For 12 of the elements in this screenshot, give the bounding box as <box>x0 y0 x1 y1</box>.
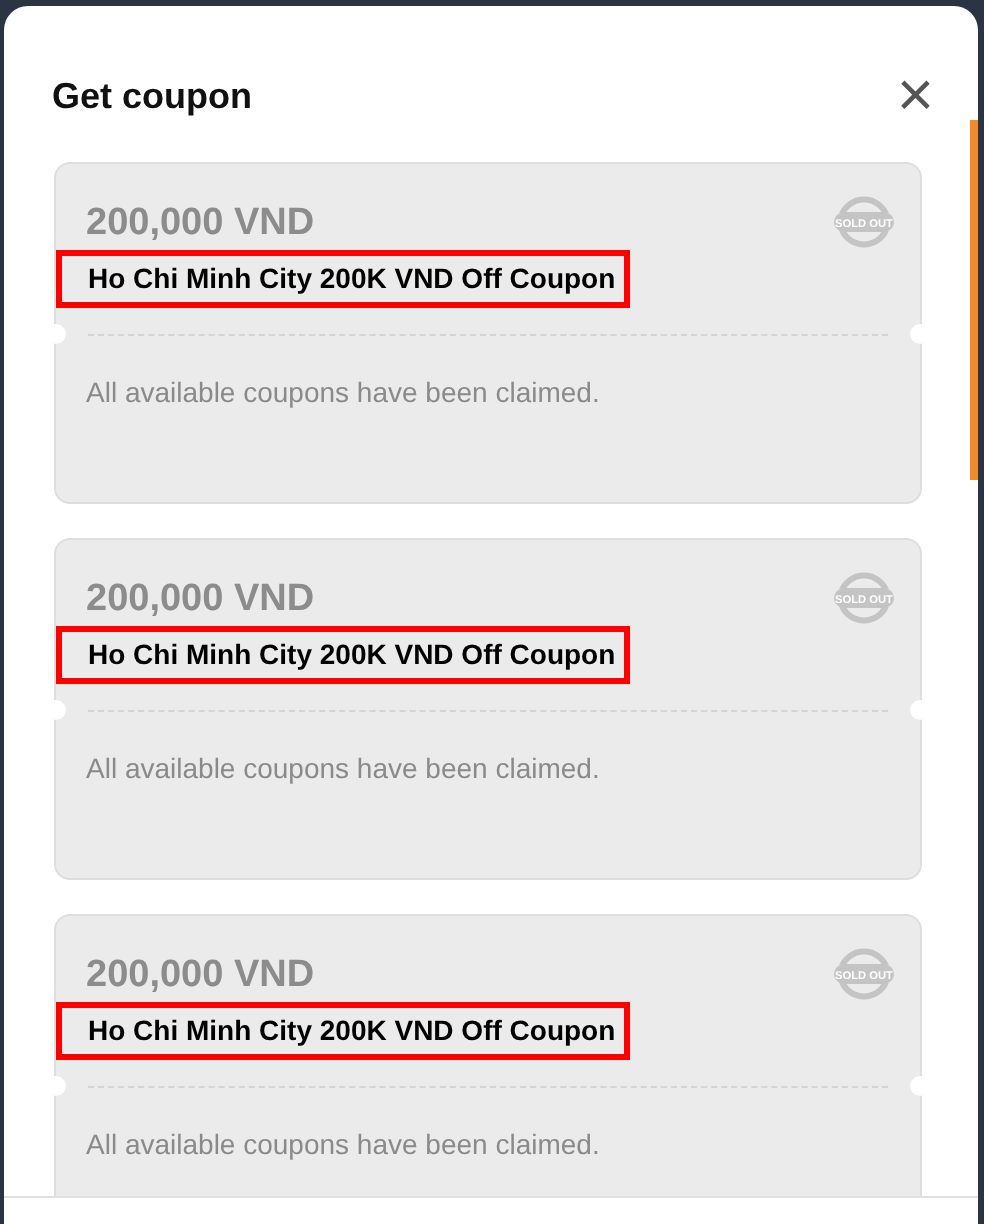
coupon-status-text: All available coupons have been claimed. <box>84 1126 602 1164</box>
coupon-title: Ho Chi Minh City 200K VND Off Coupon <box>56 626 630 684</box>
coupon-amount: 200,000 VND <box>86 952 315 1000</box>
scrollbar-thumb[interactable] <box>970 120 978 480</box>
coupon-title: Ho Chi Minh City 200K VND Off Coupon <box>56 1002 630 1060</box>
coupon-amount: 200,000 VND <box>86 576 315 624</box>
coupon-amount: 200,000 VND <box>86 200 315 248</box>
coupon-status-text: All available coupons have been claimed. <box>84 374 602 412</box>
coupon-status-text: All available coupons have been claimed. <box>84 750 602 788</box>
coupon-title: Ho Chi Minh City 200K VND Off Coupon <box>56 250 630 308</box>
close-button[interactable]: × <box>888 66 942 122</box>
dialog-title: Get coupon <box>52 74 252 120</box>
